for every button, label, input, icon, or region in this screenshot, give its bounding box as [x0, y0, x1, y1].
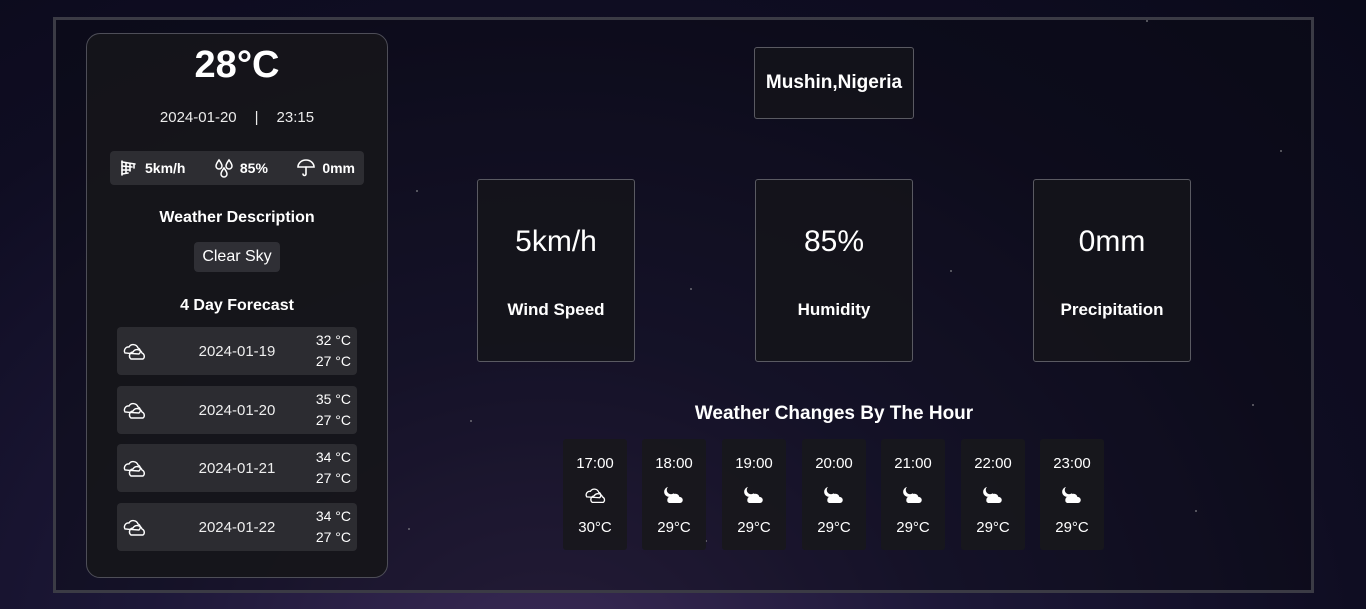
- hour-temp: 29°C: [737, 519, 771, 536]
- current-datetime: 2024-01-20 | 23:15: [86, 109, 388, 126]
- cloudy-night-icon: [1062, 487, 1081, 503]
- cloudy-night-icon: [744, 487, 763, 503]
- metric-value: 5km/h: [515, 225, 597, 258]
- forecast-row: 2024-01-22 34 °C 27 °C: [117, 503, 357, 551]
- hour-time: 19:00: [735, 455, 773, 472]
- hour-card: 19:00 29°C: [722, 439, 786, 550]
- hour-time: 22:00: [974, 455, 1012, 472]
- forecast-low: 27 °C: [315, 470, 351, 486]
- hour-time: 17:00: [576, 455, 614, 472]
- humidity-card: 85% Humidity: [755, 179, 913, 362]
- wind-speed-card: 5km/h Wind Speed: [477, 179, 635, 362]
- wind-icon: [121, 160, 136, 176]
- hour-time: 18:00: [655, 455, 693, 472]
- hour-temp: 29°C: [896, 519, 930, 536]
- hour-card: 18:00 29°C: [642, 439, 706, 550]
- umbrella-icon: [297, 159, 316, 177]
- hour-time: 20:00: [815, 455, 853, 472]
- hour-card: 20:00 29°C: [802, 439, 866, 550]
- forecast-row: 2024-01-21 34 °C 27 °C: [117, 444, 357, 492]
- cloudy-night-icon: [983, 487, 1002, 503]
- hour-temp: 29°C: [1055, 519, 1089, 536]
- forecast-high: 34 °C: [315, 449, 351, 465]
- weather-description-badge: Clear Sky: [194, 242, 280, 272]
- metric-label: Precipitation: [1060, 300, 1164, 319]
- forecast-high: 34 °C: [315, 508, 351, 524]
- humidity-stat-value: 85%: [239, 160, 268, 176]
- droplets-icon: [215, 158, 233, 178]
- metric-label: Humidity: [797, 300, 871, 319]
- hourly-title: Weather Changes By The Hour: [694, 403, 974, 424]
- datetime-separator: |: [254, 109, 259, 126]
- wind-stat: 5km/h: [119, 158, 185, 178]
- hour-temp: 30°C: [578, 519, 612, 536]
- forecast-low: 27 °C: [315, 412, 351, 428]
- cloudy-night-icon: [903, 487, 922, 503]
- hour-temp: 29°C: [976, 519, 1010, 536]
- forecast-high: 35 °C: [315, 391, 351, 407]
- wind-stat-value: 5km/h: [145, 160, 186, 176]
- hour-temp: 29°C: [657, 519, 691, 536]
- hour-time: 21:00: [894, 455, 932, 472]
- current-date: 2024-01-20: [159, 109, 237, 126]
- current-time: 23:15: [276, 109, 315, 126]
- metric-value: 0mm: [1078, 225, 1146, 258]
- forecast-row: 2024-01-19 32 °C 27 °C: [117, 327, 357, 375]
- hour-time: 23:00: [1053, 455, 1091, 472]
- hour-card: 22:00 29°C: [961, 439, 1025, 550]
- clouds-icon: [585, 488, 606, 504]
- weather-description-heading: Weather Description: [159, 209, 315, 226]
- cloudy-night-icon: [664, 487, 683, 503]
- hour-temp: 29°C: [817, 519, 851, 536]
- forecast-low: 27 °C: [315, 353, 351, 369]
- cloudy-night-icon: [824, 487, 843, 503]
- location-label: Mushin,Nigeria: [754, 47, 914, 119]
- forecast-row: 2024-01-20 35 °C 27 °C: [117, 386, 357, 434]
- forecast-low: 27 °C: [315, 529, 351, 545]
- precipitation-card: 0mm Precipitation: [1033, 179, 1191, 362]
- current-temperature: 28°C: [194, 44, 280, 86]
- metric-value: 85%: [803, 225, 865, 258]
- hour-card: 23:00 29°C: [1040, 439, 1104, 550]
- forecast-high: 32 °C: [315, 332, 351, 348]
- forecast-heading: 4 Day Forecast: [180, 297, 294, 314]
- precipitation-stat-value: 0mm: [322, 160, 355, 176]
- precipitation-stat: 0mm: [296, 158, 355, 178]
- hour-card: 17:00 30°C: [563, 439, 627, 550]
- hour-card: 21:00 29°C: [881, 439, 945, 550]
- metric-label: Wind Speed: [507, 300, 605, 319]
- humidity-stat: 85%: [214, 158, 268, 178]
- quick-stats-bar: 5km/h 85% 0mm: [110, 151, 364, 185]
